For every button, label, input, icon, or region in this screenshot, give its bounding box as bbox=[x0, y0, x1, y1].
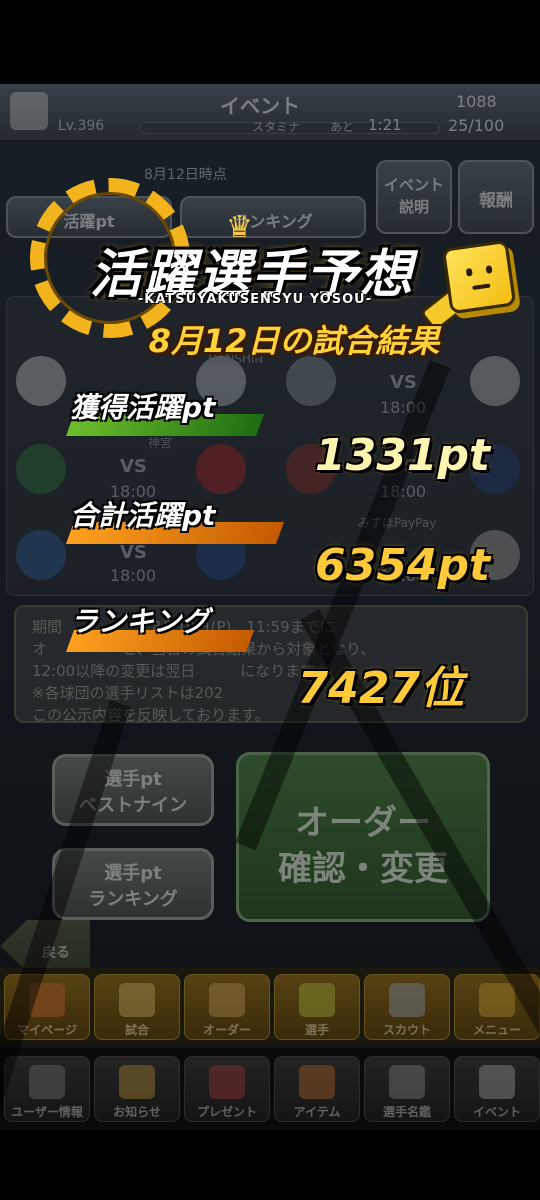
gained-label: 獲得活躍pt bbox=[70, 391, 216, 424]
player-level: Lv.396 bbox=[58, 118, 105, 134]
menu-item[interactable]: アイテム bbox=[274, 1056, 360, 1122]
ranking-label: ランキング bbox=[70, 605, 210, 638]
menu-icon bbox=[479, 983, 515, 1017]
scout-icon bbox=[389, 983, 425, 1017]
team-icon bbox=[16, 444, 66, 494]
menu-order[interactable]: オーダー bbox=[184, 974, 270, 1040]
news-icon bbox=[119, 1065, 155, 1099]
bats-icon bbox=[479, 1065, 515, 1099]
team-icon bbox=[16, 356, 66, 406]
baseball-icon bbox=[119, 983, 155, 1017]
stamina-value: 25/100 bbox=[448, 116, 505, 135]
menu-player-book[interactable]: 選手名鑑 bbox=[364, 1056, 450, 1122]
stamina-wait-label: あと bbox=[330, 120, 355, 134]
total-label: 合計活躍pt bbox=[70, 499, 216, 532]
date-caption: 8月12日時点 bbox=[144, 167, 227, 183]
vs-label: VS bbox=[120, 456, 147, 477]
popup-subtitle: -KATSUYAKUSENSYU YOSOU- bbox=[137, 292, 373, 307]
item-icon bbox=[299, 1065, 335, 1099]
team-logo-icon bbox=[10, 92, 48, 130]
menu-event[interactable]: イベント bbox=[454, 1056, 540, 1122]
player-book-icon bbox=[389, 1065, 425, 1099]
menu-present[interactable]: プレゼント bbox=[184, 1056, 270, 1122]
match-time: 18:00 bbox=[110, 566, 157, 585]
gift-icon bbox=[209, 1065, 245, 1099]
menu-scout[interactable]: スカウト bbox=[364, 974, 450, 1040]
team-icon bbox=[470, 356, 520, 406]
team-icon bbox=[286, 356, 336, 406]
menu-news[interactable]: お知らせ bbox=[94, 1056, 180, 1122]
menu-game[interactable]: 試合 bbox=[94, 974, 180, 1040]
mascot-cube-icon bbox=[441, 239, 517, 315]
stamina-label: スタミナ bbox=[252, 120, 301, 134]
team-icon bbox=[196, 444, 246, 494]
coin-count: 1088 bbox=[456, 92, 497, 111]
status-bar bbox=[0, 0, 540, 84]
user-card-icon bbox=[29, 1065, 65, 1099]
result-title: 8月12日の試合結果 bbox=[148, 322, 440, 360]
batter-icon bbox=[299, 983, 335, 1017]
screen-title: イベント bbox=[220, 94, 300, 118]
stadium-label: 神宮 bbox=[148, 436, 173, 450]
menu-user-info[interactable]: ユーザー情報 bbox=[4, 1056, 90, 1122]
ranking-value: 7427位 bbox=[297, 663, 464, 714]
team-icon bbox=[16, 530, 66, 580]
vs-label: VS bbox=[390, 372, 417, 393]
stamina-timer: 1:21 bbox=[368, 116, 402, 134]
event-info-button[interactable]: イベント 説明 bbox=[376, 160, 452, 234]
menu-player[interactable]: 選手 bbox=[274, 974, 360, 1040]
system-nav-bar bbox=[0, 1130, 540, 1200]
total-value: 6354pt bbox=[315, 540, 490, 591]
gained-value: 1331pt bbox=[315, 430, 490, 481]
field-icon bbox=[209, 983, 245, 1017]
reward-button[interactable]: 報酬 bbox=[458, 160, 534, 234]
vs-label: VS bbox=[120, 542, 147, 563]
